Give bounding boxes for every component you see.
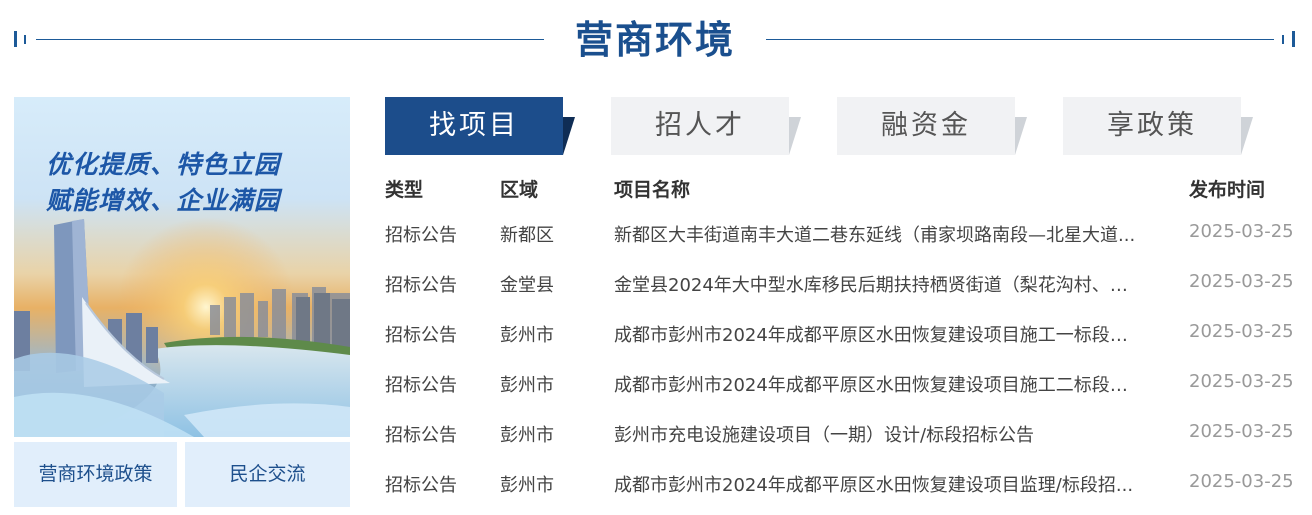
table-row[interactable]: 招标公告 彭州市 成都市彭州市2024年成都平原区水田恢复建设项目施工一标段招.…	[0, 321, 1312, 355]
table-row[interactable]: 招标公告 彭州市 彭州市充电设施建设项目（一期）设计/标段招标公告 2025-0…	[0, 421, 1312, 455]
row-area: 新都区	[500, 225, 554, 246]
row-date: 2025-03-25	[1189, 421, 1294, 442]
row-type: 招标公告	[385, 325, 457, 346]
row-project-link[interactable]: 成都市彭州市2024年成都平原区水田恢复建设项目监理/标段招...	[614, 471, 1142, 497]
table-row[interactable]: 招标公告 彭州市 成都市彭州市2024年成都平原区水田恢复建设项目施工二标段招.…	[0, 371, 1312, 405]
row-project-link[interactable]: 成都市彭州市2024年成都平原区水田恢复建设项目施工二标段招...	[614, 371, 1142, 397]
row-type: 招标公告	[385, 275, 457, 296]
row-date: 2025-03-25	[1189, 471, 1294, 492]
row-date: 2025-03-25	[1189, 321, 1294, 342]
section-title: 营商环境	[574, 17, 735, 62]
row-area: 彭州市	[500, 375, 554, 396]
tab-label: 享政策	[1063, 97, 1241, 155]
table-row[interactable]: 招标公告 彭州市 成都市彭州市2024年成都平原区水田恢复建设项目监理/标段招.…	[0, 471, 1312, 505]
section-header: 营商环境	[0, 0, 1312, 80]
row-project-link[interactable]: 成都市彭州市2024年成都平原区水田恢复建设项目施工一标段招...	[614, 321, 1142, 347]
header-right-line	[766, 39, 1274, 40]
tab-fold-decoration	[1241, 117, 1253, 155]
header-left-tick-mark	[14, 31, 17, 47]
table-row[interactable]: 招标公告 新都区 新都区大丰街道南丰大道二巷东延线（甫家坝路南段—北星大道...…	[0, 221, 1312, 255]
row-project-link[interactable]: 新都区大丰街道南丰大道二巷东延线（甫家坝路南段—北星大道...	[614, 221, 1142, 247]
row-date: 2025-03-25	[1189, 221, 1294, 242]
row-type: 招标公告	[385, 225, 457, 246]
row-project-link[interactable]: 金堂县2024年大中型水库移民后期扶持栖贤街道（梨花沟村、盐...	[614, 271, 1142, 297]
row-area: 彭州市	[500, 425, 554, 446]
tab-label: 找项目	[385, 97, 563, 155]
row-date: 2025-03-25	[1189, 371, 1294, 392]
tab-fold-decoration	[563, 117, 575, 155]
table-row[interactable]: 招标公告 金堂县 金堂县2024年大中型水库移民后期扶持栖贤街道（梨花沟村、盐.…	[0, 271, 1312, 305]
row-type: 招标公告	[385, 475, 457, 496]
header-left-line	[36, 39, 544, 40]
tab-fold-decoration	[1015, 117, 1027, 155]
row-project-link[interactable]: 彭州市充电设施建设项目（一期）设计/标段招标公告	[614, 421, 1142, 447]
header-type: 类型	[385, 179, 424, 201]
row-area: 彭州市	[500, 475, 554, 496]
header-left-tick-mark-small	[24, 35, 26, 44]
header-project-name: 项目名称	[614, 179, 691, 201]
row-date: 2025-03-25	[1189, 271, 1294, 292]
row-type: 招标公告	[385, 425, 457, 446]
header-right-tick-mark-small	[1282, 35, 1284, 44]
tab-label: 招人才	[611, 97, 789, 155]
tab-label: 融资金	[837, 97, 1015, 155]
row-type: 招标公告	[385, 375, 457, 396]
tab-fold-decoration	[789, 117, 801, 155]
header-right-tick-mark	[1292, 31, 1295, 47]
row-area: 彭州市	[500, 325, 554, 346]
header-publish-date: 发布时间	[1189, 179, 1266, 201]
table-header: 类型 区域 项目名称 发布时间	[0, 175, 1312, 205]
header-area: 区域	[500, 179, 539, 201]
row-area: 金堂县	[500, 275, 554, 296]
